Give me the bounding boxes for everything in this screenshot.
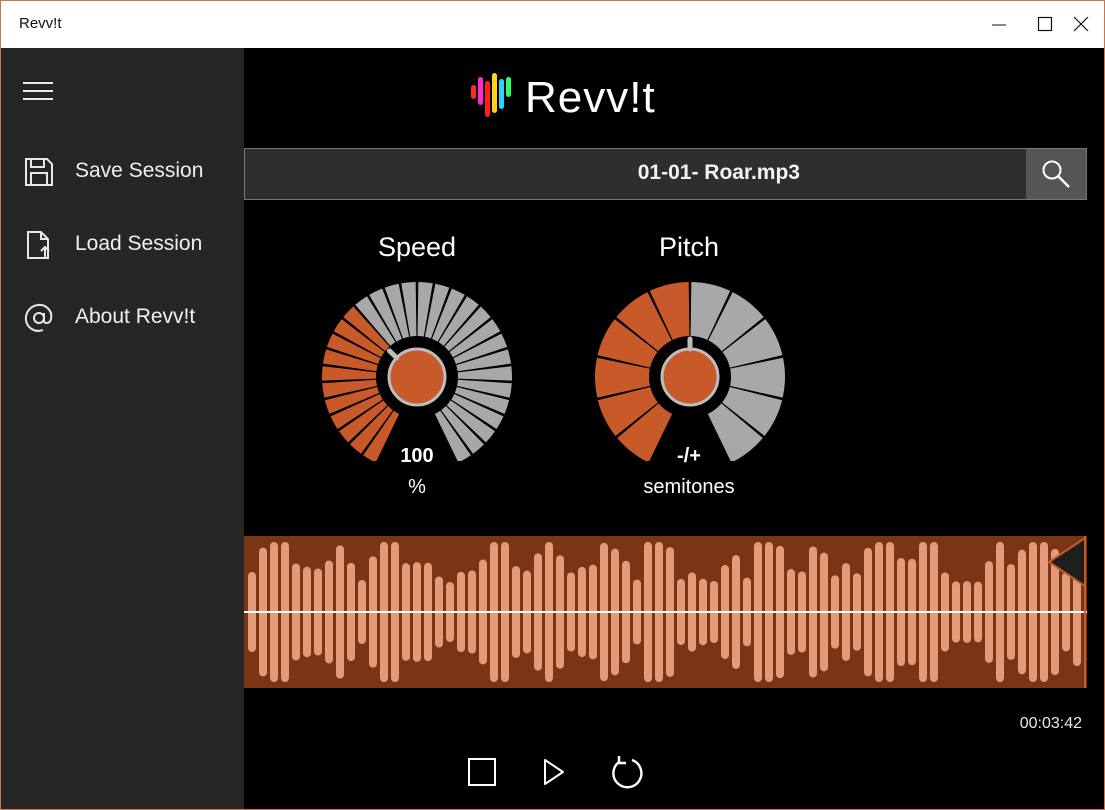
sidebar: Save Session Load Session About Revv!t <box>1 48 244 809</box>
play-icon <box>544 759 564 785</box>
at-sign-icon <box>24 303 53 332</box>
search-button[interactable] <box>1026 149 1086 199</box>
repeat-icon <box>612 756 643 789</box>
sidebar-item-label: Save Session <box>75 159 204 182</box>
file-selector[interactable]: 01-01- Roar.mp3 <box>244 148 1087 200</box>
minimize-button[interactable] <box>976 1 1022 48</box>
floppy-disk-icon <box>25 158 53 186</box>
minimize-icon <box>992 24 1006 26</box>
knob-dial[interactable] <box>660 347 720 407</box>
speed-title: Speed <box>377 232 457 262</box>
file-name: 01-01- Roar.mp3 <box>637 161 800 184</box>
hamburger-line <box>23 98 53 100</box>
playback-time: 00:03:42 <box>1019 715 1082 732</box>
pitch-title: Pitch <box>658 232 720 262</box>
sidebar-item-save-session[interactable]: Save Session <box>1 148 244 196</box>
sidebar-item-label: Load Session <box>75 232 203 255</box>
sidebar-item-load-session[interactable]: Load Session <box>1 221 244 269</box>
speed-knob[interactable] <box>317 281 517 461</box>
hamburger-line <box>23 90 53 92</box>
document-upload-icon <box>27 231 50 259</box>
title-bar: Revv!t <box>1 1 1104 48</box>
waveform-graphic <box>244 536 1087 688</box>
maximize-icon <box>1037 16 1053 32</box>
sidebar-item-label: About Revv!t <box>75 305 196 328</box>
logo-heart-icon <box>471 73 511 117</box>
logo-text: Revv!t <box>525 73 656 122</box>
app-logo: Revv!t <box>469 71 655 123</box>
speed-unit: % <box>408 476 426 498</box>
repeat-button[interactable] <box>606 753 646 793</box>
close-button[interactable] <box>1058 1 1104 48</box>
search-icon <box>1042 160 1070 188</box>
sidebar-item-about[interactable]: About Revv!t <box>1 294 244 342</box>
waveform[interactable] <box>244 536 1087 688</box>
hamburger-menu-button[interactable] <box>23 82 55 104</box>
stop-button[interactable] <box>463 753 503 793</box>
close-icon <box>1073 16 1089 32</box>
app-window: Revv!t Save Session Load Session About R… <box>0 0 1105 810</box>
speed-value: 100 <box>400 445 434 467</box>
window-title: Revv!t <box>19 15 62 32</box>
stop-icon <box>468 758 496 786</box>
pitch-value: -/+ <box>677 445 701 467</box>
play-button[interactable] <box>535 753 575 793</box>
hamburger-line <box>23 82 53 84</box>
pitch-knob[interactable] <box>590 281 790 461</box>
pitch-unit: semitones <box>643 476 735 498</box>
